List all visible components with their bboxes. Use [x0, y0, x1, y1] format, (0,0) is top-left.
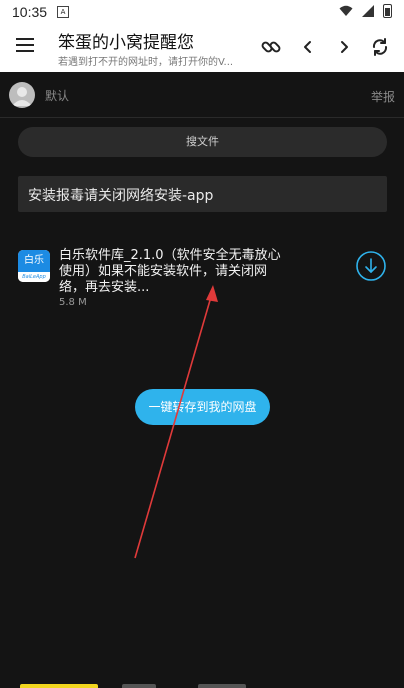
app-icon: 白乐 BaiLeApp	[18, 250, 50, 282]
app-icon-label: 白乐	[18, 250, 50, 272]
file-size: 5.8 M	[59, 297, 87, 308]
bottom-tab[interactable]	[20, 684, 98, 688]
signal-icon	[362, 5, 374, 17]
notice-text: 安装报毒请关闭网络安装-app	[28, 188, 214, 204]
username: 默认	[45, 89, 70, 103]
report-link[interactable]: 举报	[371, 88, 395, 105]
avatar[interactable]	[9, 82, 35, 108]
bottom-bar	[0, 684, 404, 688]
page-subtitle: 若遇到打不开的网址时，请打开你的V...	[58, 57, 234, 68]
refresh-icon[interactable]	[369, 36, 391, 58]
wifi-icon	[339, 5, 353, 16]
notification-icon: A	[57, 6, 69, 18]
bottom-tab[interactable]	[122, 684, 156, 688]
toolbar: 笨蛋的小窝提醒您 若遇到打不开的网址时，请打开你的V...	[0, 24, 404, 72]
menu-icon[interactable]	[16, 38, 34, 52]
app-icon-sublabel: BaiLeApp	[18, 272, 50, 282]
file-name[interactable]: 白乐软件库_2.1.0（软件安全无毒放心使用）如果不能安装软件，请关闭网络，再去…	[59, 248, 287, 296]
back-icon[interactable]	[297, 36, 319, 58]
forward-icon[interactable]	[333, 36, 355, 58]
download-icon[interactable]	[355, 250, 387, 282]
divider	[0, 117, 404, 118]
link-icon[interactable]	[260, 36, 282, 58]
notice-box: 安装报毒请关闭网络安装-app	[18, 176, 387, 212]
page-title: 笨蛋的小窝提醒您	[58, 33, 194, 53]
battery-icon	[383, 4, 392, 18]
bottom-tab[interactable]	[198, 684, 246, 688]
status-time: 10:35	[12, 4, 48, 20]
save-to-drive-button[interactable]: 一键转存到我的网盘	[135, 389, 270, 425]
status-bar: 10:35 A	[0, 0, 404, 24]
search-files-button[interactable]: 搜文件	[18, 127, 387, 157]
